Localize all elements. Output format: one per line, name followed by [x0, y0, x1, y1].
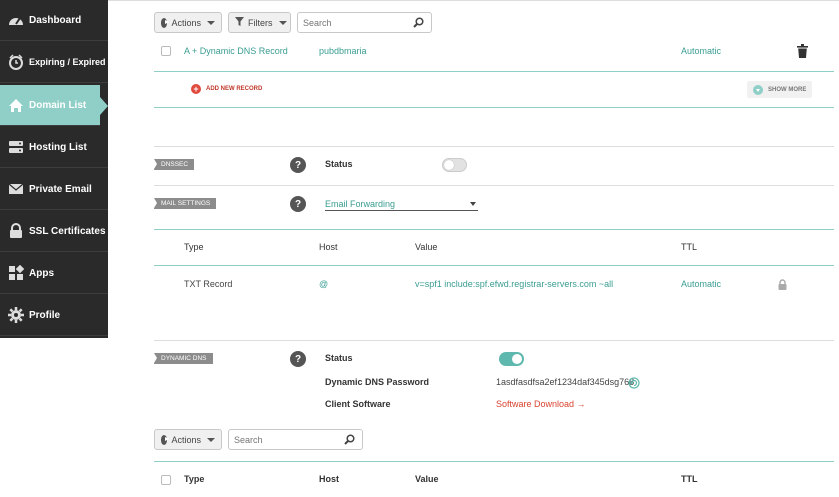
sidebar-item-hosting-list[interactable]: Hosting List — [0, 127, 108, 168]
actions-label: Actions — [171, 434, 201, 445]
envelope-icon — [8, 181, 24, 197]
col-ttl: TTL — [681, 242, 698, 252]
divider — [154, 340, 834, 341]
add-new-record-button[interactable]: + ADD NEW RECORD — [191, 84, 262, 94]
actions-label: Actions — [171, 17, 201, 28]
txt-record-ttl: Automatic — [681, 279, 722, 289]
search-input-box[interactable] — [297, 12, 432, 33]
mail-settings-select[interactable]: Email Forwarding — [325, 197, 478, 211]
gear-icon — [8, 307, 24, 323]
table-divider — [154, 461, 834, 462]
select-all-checkbox[interactable] — [161, 475, 171, 485]
search-input[interactable] — [303, 17, 431, 28]
sidebar-item-label: Profile — [29, 309, 61, 321]
sidebar-item-domain-list[interactable]: Domain List — [0, 85, 108, 126]
txt-record-host: @ — [319, 279, 329, 289]
sidebar-item-label: Private Email — [29, 183, 92, 195]
ddns-toggle[interactable] — [499, 352, 524, 366]
mail-help-icon[interactable]: ? — [290, 196, 306, 212]
sidebar-item-dashboard[interactable]: Dashboard — [0, 0, 108, 41]
table-divider — [154, 229, 834, 230]
lock-icon — [778, 277, 787, 295]
table-divider — [154, 265, 834, 266]
search-icon[interactable] — [413, 17, 424, 30]
chevron-down-icon — [207, 20, 215, 25]
dnssec-tag: DNSSEC — [154, 159, 195, 170]
search-input-2[interactable] — [234, 434, 362, 445]
sidebar-item-label: Hosting List — [29, 141, 87, 153]
gauge-icon — [8, 12, 24, 28]
dnssec-status-label: Status — [325, 159, 353, 169]
row-checkbox[interactable] — [161, 46, 171, 56]
search-icon[interactable] — [344, 434, 355, 447]
chevron-down-icon — [207, 437, 215, 442]
divider — [154, 146, 834, 147]
sidebar-item-profile[interactable]: Profile — [0, 295, 108, 336]
play-icon — [161, 17, 170, 28]
software-download-link[interactable]: Software Download → — [496, 399, 586, 409]
home-icon — [8, 97, 24, 113]
sidebar-item-label: Domain List — [29, 99, 87, 111]
txt-record-type: TXT Record — [184, 279, 233, 289]
server-icon — [8, 139, 24, 155]
search-input-box-2[interactable] — [228, 429, 363, 450]
record-type[interactable]: A + Dynamic DNS Record — [184, 46, 288, 56]
refresh-icon[interactable] — [628, 376, 640, 394]
apps-icon — [8, 265, 24, 281]
client-software-label: Client Software — [325, 399, 391, 409]
ddns-password-label: Dynamic DNS Password — [325, 377, 430, 387]
sidebar-item-apps[interactable]: Apps — [0, 253, 108, 294]
sidebar-item-expiring[interactable]: Expiring / Expired — [0, 42, 108, 83]
dnssec-toggle[interactable] — [442, 158, 467, 172]
dynamic-dns-tag: DYNAMIC DNS — [154, 353, 213, 364]
section-divider — [154, 107, 834, 108]
record-ttl[interactable]: Automatic — [681, 46, 721, 56]
mail-settings-value: Email Forwarding — [325, 198, 396, 209]
col-value: Value — [415, 474, 439, 484]
sidebar-item-label: SSL Certificates — [29, 225, 106, 237]
dnssec-help-icon[interactable]: ? — [290, 157, 306, 173]
table-divider — [154, 71, 834, 72]
sidebar-item-label: Dashboard — [29, 14, 82, 26]
record-host[interactable]: pubdbmaria — [319, 46, 367, 56]
ddns-status-label: Status — [325, 353, 353, 363]
col-ttl: TTL — [681, 474, 698, 484]
show-more-button[interactable]: SHOW MORE — [747, 81, 813, 98]
trash-icon[interactable] — [797, 44, 808, 63]
play-icon — [161, 434, 170, 445]
plus-icon: + — [191, 84, 201, 94]
sidebar-item-ssl-certificates[interactable]: SSL Certificates — [0, 211, 108, 252]
show-more-label: SHOW MORE — [768, 86, 807, 93]
actions-dropdown[interactable]: Actions — [154, 12, 222, 33]
mail-settings-tag: MAIL SETTINGS — [154, 198, 217, 209]
ddns-password-value: 1asdfasdfsa2ef1234daf345dsg768 — [496, 377, 635, 387]
ddns-help-icon[interactable]: ? — [290, 351, 306, 367]
col-type: Type — [184, 474, 205, 484]
chevron-down-icon — [753, 84, 763, 95]
actions-dropdown-2[interactable]: Actions — [154, 429, 222, 450]
col-value: Value — [415, 242, 438, 252]
sidebar-item-private-email[interactable]: Private Email — [0, 169, 108, 210]
sidebar-item-label: Expiring / Expired — [29, 57, 106, 67]
chevron-down-icon — [470, 202, 476, 206]
chevron-down-icon — [278, 20, 287, 25]
filters-dropdown[interactable]: Filters — [228, 12, 291, 33]
filters-label: Filters — [248, 17, 273, 28]
col-type: Type — [184, 242, 204, 252]
txt-record-value: v=spf1 include:spf.efwd.registrar-server… — [415, 279, 614, 289]
sidebar-nav: Dashboard Expiring / Expired Domain List… — [0, 0, 108, 338]
clock-icon — [8, 54, 24, 70]
add-new-record-label: ADD NEW RECORD — [206, 86, 263, 92]
col-host: Host — [319, 242, 338, 252]
sidebar-item-label: Apps — [29, 267, 54, 279]
divider — [154, 185, 834, 186]
top-divider — [108, 0, 839, 1]
lock-icon — [8, 223, 24, 239]
col-host: Host — [319, 474, 339, 484]
filter-icon — [235, 17, 244, 28]
